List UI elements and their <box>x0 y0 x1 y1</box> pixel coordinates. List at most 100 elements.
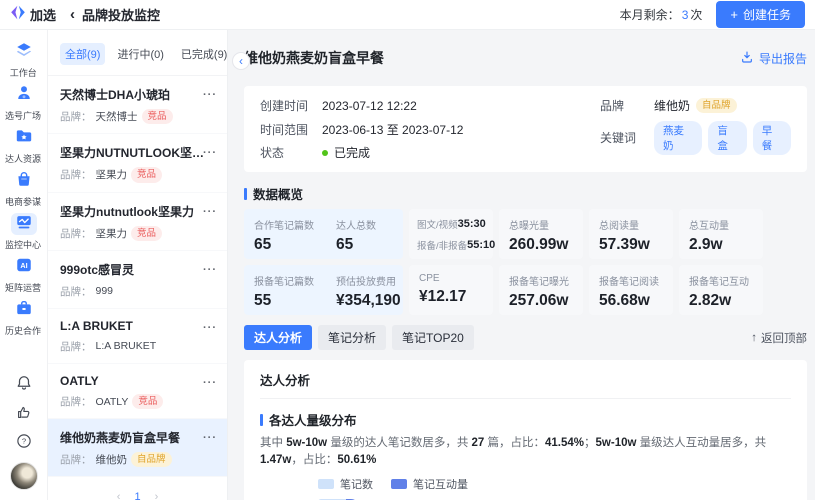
more-dots-icon[interactable]: ··· <box>203 206 217 218</box>
task-list-panel: 全部(9) 进行中(0) 已完成(9) 天然博士DHA小琥珀 品牌：天然博士竞品… <box>48 30 228 500</box>
sidebar-item-matrix-operations[interactable]: AI 矩阵运营 <box>0 253 48 296</box>
task-title: 999otc感冒灵 <box>60 261 204 278</box>
status-label: 状态 <box>260 144 322 161</box>
keyword-pill: 燕麦奶 <box>654 121 702 155</box>
monthly-quota: 本月剩余：3次 <box>620 6 703 23</box>
user-icon <box>15 84 33 105</box>
sidebar-item-history-cooperation[interactable]: 历史合作 <box>0 296 48 339</box>
chart-legend: 笔记数 笔记互动量 <box>318 476 791 492</box>
prev-page-icon[interactable]: ‹ <box>117 491 121 500</box>
workbench-icon <box>15 41 33 62</box>
keyword-pill: 早餐 <box>753 121 791 155</box>
tab-completed[interactable]: 已完成(9) <box>176 43 232 65</box>
task-title: 坚果力nutnutlook坚果力 <box>60 203 204 220</box>
task-brand-line: 品牌：维他奶自品牌 <box>60 452 215 467</box>
briefcase-icon <box>15 299 33 320</box>
brand-value: 维他奶自品牌 <box>654 97 737 114</box>
more-dots-icon[interactable]: ··· <box>203 377 217 389</box>
tab-influencer-analysis[interactable]: 达人分析 <box>244 325 312 350</box>
task-title: L:A BRUKET <box>60 319 204 333</box>
task-item[interactable]: 天然博士DHA小琥珀 品牌：天然博士竞品 ··· <box>48 76 227 134</box>
status-dot <box>322 150 328 156</box>
more-dots-icon[interactable]: ··· <box>203 89 217 101</box>
download-icon <box>740 50 754 67</box>
more-dots-icon[interactable]: ··· <box>203 147 217 159</box>
metric-card: 报备笔记曝光257.06w <box>499 265 583 315</box>
tab-all[interactable]: 全部(9) <box>60 43 105 65</box>
metric-card-ratio: 图文/视频35:30 报备/非报备55:10 <box>409 209 493 259</box>
competitor-tag: 竞品 <box>131 226 162 241</box>
sidebar-item-ecommerce-advisor[interactable]: 电商参谋 <box>0 167 48 210</box>
task-item[interactable]: 999otc感冒灵 品牌：999 ··· <box>48 251 227 309</box>
metric-card-pair: 报备笔记篇数55 预估投放费用¥354,190 <box>244 265 403 315</box>
task-brand-line: 品牌：999 <box>60 284 215 299</box>
page-title: 品牌投放监控 <box>82 5 160 24</box>
task-item[interactable]: 坚果力NUTNUTLOOK坚果力... 品牌：坚果力竞品 ··· <box>48 134 227 192</box>
task-panel-tabs: 全部(9) 进行中(0) 已完成(9) <box>48 30 227 76</box>
influencer-analysis-card: 达人分析 各达人量级分布 其中 5w-10w 量级的达人笔记数居多，共 27 篇… <box>244 360 807 500</box>
sidebar-item-monitoring-center[interactable]: 监控中心 <box>0 210 48 253</box>
svg-text:?: ? <box>21 437 25 446</box>
brand-label: 品牌 <box>600 97 654 114</box>
metric-card: 总互动量2.9w <box>679 209 763 259</box>
time-range-label: 时间范围 <box>260 121 322 138</box>
more-dots-icon[interactable]: ··· <box>203 432 217 444</box>
task-item[interactable]: OATLY 品牌：OATLY竞品 ··· <box>48 364 227 419</box>
metric-row-2: 报备笔记篇数55 预估投放费用¥354,190 CPE¥12.17 报备笔记曝光… <box>244 265 807 315</box>
back-chevron-icon[interactable]: ‹ <box>70 7 75 22</box>
help-icon[interactable]: ? <box>14 431 34 451</box>
metric-card: 总阅读量57.39w <box>589 209 673 259</box>
sidebar-item-workbench[interactable]: 工作台 <box>0 38 48 81</box>
more-dots-icon[interactable]: ··· <box>203 264 217 276</box>
task-item[interactable]: 坚果力nutnutlook坚果力 品牌：坚果力竞品 ··· <box>48 193 227 251</box>
task-detail-title: 维他奶燕麦奶盲盒早餐 <box>244 48 384 68</box>
plus-icon: + <box>730 8 738 21</box>
collapse-panel-icon[interactable]: ‹ <box>232 52 250 70</box>
time-range-value: 2023-06-13 至 2023-07-12 <box>322 121 463 138</box>
create-task-button[interactable]: + 创建任务 <box>716 1 805 28</box>
page-number[interactable]: 1 <box>134 491 140 500</box>
next-page-icon[interactable]: › <box>155 491 159 500</box>
export-report-button[interactable]: 导出报告 <box>740 50 807 67</box>
metric-card: 报备笔记阅读56.68w <box>589 265 673 315</box>
keywords-label: 关键词 <box>600 129 654 146</box>
analysis-card-title: 达人分析 <box>260 360 791 399</box>
metric-card-pair: 合作笔记篇数65 达人总数65 <box>244 209 403 259</box>
app-logo: 加选 <box>10 5 60 24</box>
competitor-tag: 竞品 <box>131 167 162 182</box>
task-item[interactable]: L:A BRUKET 品牌：L:A BRUKET ··· <box>48 309 227 364</box>
tab-note-analysis[interactable]: 笔记分析 <box>318 325 386 350</box>
tier-distribution-title: 各达人量级分布 <box>260 410 791 429</box>
overview-section-title: 数据概览 <box>244 184 807 203</box>
competitor-tag: 竞品 <box>142 109 173 124</box>
sidebar-item-influencer-resources[interactable]: 达人资源 <box>0 124 48 167</box>
own-brand-tag: 自品牌 <box>696 98 737 113</box>
tier-summary: 其中 5w-10w 量级的达人笔记数居多，共 27 篇，占比：41.54%；5w… <box>260 435 791 468</box>
app-logo-text: 加选 <box>30 5 56 24</box>
keyword-pill: 盲盒 <box>708 121 746 155</box>
quota-value: 3 <box>682 8 689 22</box>
metric-card: 报备笔记互动2.82w <box>679 265 763 315</box>
bag-icon <box>15 170 33 191</box>
bell-icon[interactable] <box>14 373 34 393</box>
folder-star-icon <box>15 127 33 148</box>
task-title: 坚果力NUTNUTLOOK坚果力... <box>60 144 204 161</box>
task-item-selected[interactable]: 维他奶燕麦奶盲盒早餐 品牌：维他奶自品牌 ··· <box>48 419 227 477</box>
tab-in-progress[interactable]: 进行中(0) <box>112 43 168 65</box>
created-time-value: 2023-07-12 12:22 <box>322 99 417 113</box>
legend-item[interactable]: 笔记互动量 <box>391 476 468 492</box>
metric-card: 总曝光量260.99w <box>499 209 583 259</box>
main-content: ‹ 维他奶燕麦奶盲盒早餐 导出报告 创建时间2023-07-12 12:22 时… <box>228 30 815 500</box>
tab-note-top20[interactable]: 笔记TOP20 <box>392 325 474 350</box>
avatar[interactable] <box>10 462 38 490</box>
feedback-icon[interactable] <box>14 402 34 422</box>
analysis-tabs: 达人分析 笔记分析 笔记TOP20 ↑返回顶部 <box>244 325 807 350</box>
sidebar-item-selection-plaza[interactable]: 选号广场 <box>0 81 48 124</box>
back-to-top-button[interactable]: ↑返回顶部 <box>751 330 807 346</box>
legend-item[interactable]: 笔记数 <box>318 476 373 492</box>
chart-row: 5k以下 <box>260 496 791 500</box>
more-dots-icon[interactable]: ··· <box>203 322 217 334</box>
metric-card: CPE¥12.17 <box>409 265 493 315</box>
legend-swatch <box>391 479 407 489</box>
monitor-chart-icon <box>15 213 33 234</box>
